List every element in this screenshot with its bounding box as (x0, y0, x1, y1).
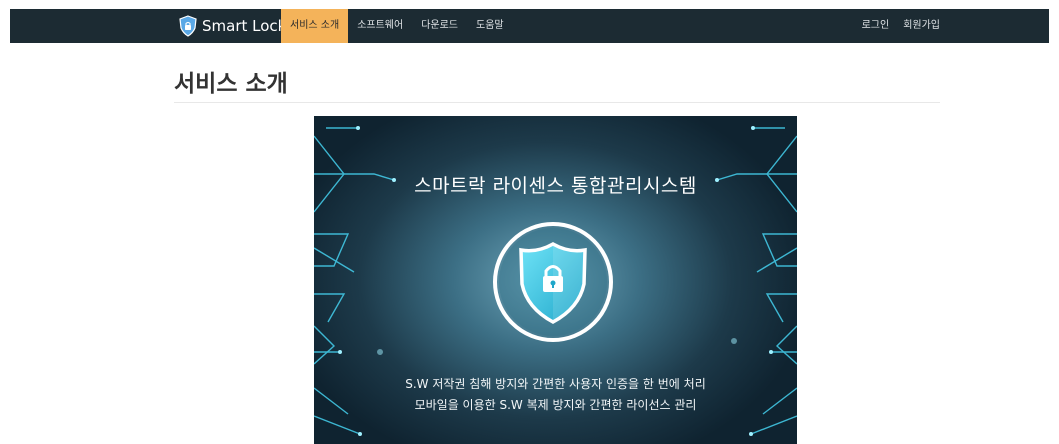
main-menu: 서비스 소개 소프트웨어 다운로드 도움말 (281, 9, 513, 43)
nav-help[interactable]: 도움말 (467, 9, 513, 43)
top-navbar: Smart Lock 서비스 소개 소프트웨어 다운로드 도움말 로그인 회원가… (10, 9, 1049, 43)
nav-signup[interactable]: 회원가입 (896, 9, 947, 43)
nav-download[interactable]: 다운로드 (412, 9, 467, 43)
shield-icon (179, 15, 197, 37)
nav-software[interactable]: 소프트웨어 (348, 9, 412, 43)
brand-name: Smart Lock (202, 17, 287, 35)
title-divider (174, 102, 940, 103)
account-menu: 로그인 회원가입 (855, 9, 947, 43)
nav-login[interactable]: 로그인 (855, 9, 897, 43)
hero-banner: 스마트락 라이센스 통합관리시스템 S.W 저작권 침해 방지와 간편한 사용자… (314, 116, 797, 444)
nav-service-intro[interactable]: 서비스 소개 (281, 9, 349, 43)
brand-logo[interactable]: Smart Lock (178, 9, 286, 43)
shield-lock-icon (493, 222, 613, 342)
hero-title: 스마트락 라이센스 통합관리시스템 (414, 175, 697, 197)
hero-description-line-2: 모바일을 이용한 S.W 복제 방지와 간편한 라이선스 관리 (414, 398, 697, 412)
page-title: 서비스 소개 (174, 71, 288, 97)
hero-description-line-1: S.W 저작권 침해 방지와 간편한 사용자 인증을 한 번에 처리 (405, 377, 706, 391)
